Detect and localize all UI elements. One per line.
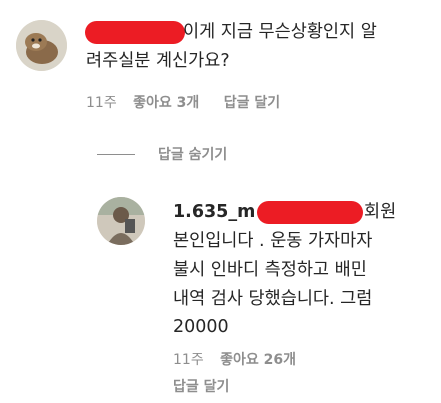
reply-time: 11주	[173, 352, 204, 368]
comment-time: 11주	[86, 95, 117, 111]
hide-replies-button[interactable]: 답글 숨기기	[158, 144, 227, 164]
commenter-avatar[interactable]	[16, 20, 67, 71]
reply-text-line: 20000	[173, 317, 229, 337]
comment-likes-link[interactable]: 좋아요 3개	[133, 95, 199, 111]
reply-likes-link[interactable]: 좋아요 26개	[220, 352, 296, 368]
redacted-username	[257, 201, 363, 224]
reply-text-line: 회원	[364, 202, 397, 222]
hide-replies-divider	[97, 154, 135, 155]
redacted-username	[85, 21, 185, 44]
reply-reply-button[interactable]: 답글 달기	[173, 376, 229, 396]
reply-username[interactable]: 1.635_m	[173, 198, 255, 227]
comment-text-line: 이게 지금 무슨상황인지 알	[183, 22, 377, 42]
reply-avatar[interactable]	[97, 197, 145, 245]
reply-meta: 11주 좋아요 26개	[173, 349, 296, 369]
reply-text-line: 본인입니다 . 운동 가자마자	[173, 231, 373, 251]
reply-reply-label: 답글 달기	[173, 379, 230, 395]
reply-text-line: 내역 검사 당했습니다. 그럼	[173, 289, 373, 309]
comment-meta: 11주 좋아요 3개 답글 달기	[86, 92, 280, 112]
comment-text-line: 려주실분 계신가요?	[86, 51, 230, 71]
reply-text-line: 불시 인바디 측정하고 배민	[173, 260, 367, 280]
hide-replies-label: 답글 숨기기	[158, 147, 228, 163]
reply-button[interactable]: 답글 달기	[224, 95, 280, 111]
